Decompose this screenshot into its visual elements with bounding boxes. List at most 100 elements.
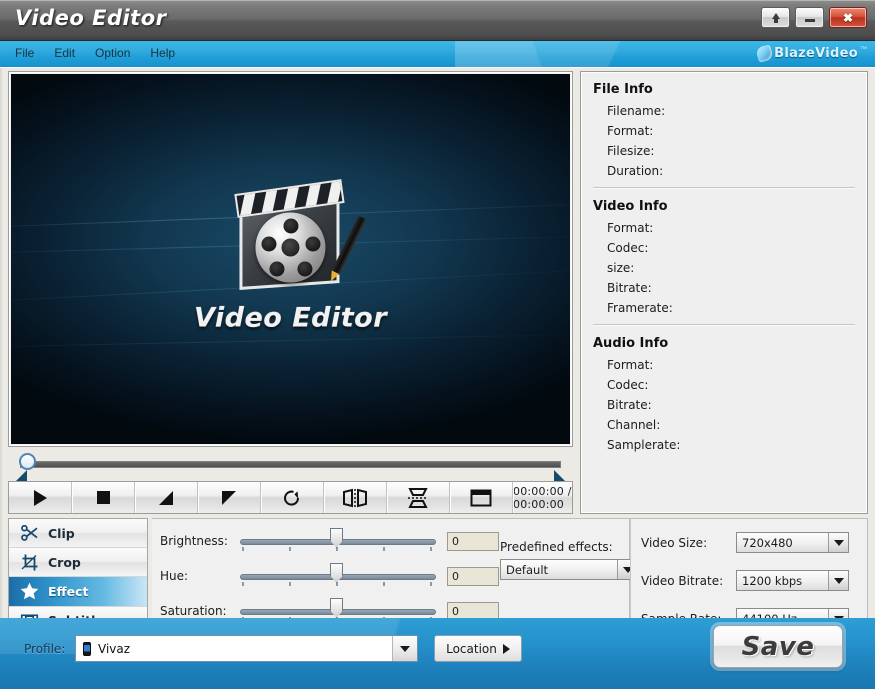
info-label-video-format: Format: [607,221,855,235]
hue-slider[interactable] [240,567,436,585]
sidebar-item-crop[interactable]: Crop [9,548,147,577]
previous-icon [159,491,173,505]
audio-info-heading: Audio Info [593,336,855,351]
play-icon [34,490,47,506]
rotate-icon [282,488,302,508]
menu-bar: File Edit Option Help BlazeVideo ™ [0,41,875,67]
transport-bar: 00:00:00 / 00:00:00 [8,481,573,514]
window-title: Video Editor [15,6,167,30]
up-arrow-icon [772,13,780,19]
saturation-thumb[interactable] [330,598,343,618]
saturation-label: Saturation: [160,604,238,618]
info-label-audio-bitrate: Bitrate: [607,398,855,412]
brightness-row: Brightness: 0 [160,528,499,554]
minimize-icon [805,19,815,22]
previous-frame-button[interactable] [135,482,198,513]
close-button[interactable]: ✖ [829,7,867,28]
file-info-heading: File Info [593,82,855,97]
predefined-effects-select[interactable]: Default [500,559,638,580]
restore-up-button[interactable] [761,7,790,28]
chevron-down-icon[interactable] [828,533,848,552]
profile-value: Vivaz [98,642,130,656]
info-label-audio-codec: Codec: [607,378,855,392]
play-button[interactable] [9,482,72,513]
video-size-label: Video Size: [641,536,736,550]
menu-item-file[interactable]: File [12,45,37,61]
save-button[interactable]: Save [713,625,843,668]
sidebar-item-label: Clip [48,526,75,541]
video-bitrate-select[interactable]: 1200 kbps [736,570,849,591]
info-label-channel: Channel: [607,418,855,432]
menu-item-option[interactable]: Option [92,45,133,61]
video-preview-panel: Video Editor [8,71,573,447]
title-bar: Video Editor ✖ [0,0,875,41]
video-editor-logo: Video Editor [194,185,387,334]
hue-label: Hue: [160,569,238,583]
next-icon [222,491,236,505]
video-info-heading: Video Info [593,199,855,214]
location-label: Location [446,642,497,656]
sidebar-item-clip[interactable]: Clip [9,519,147,548]
predefined-effects-value: Default [501,560,617,579]
rotate-button[interactable] [261,482,324,513]
profile-select[interactable]: Vivaz [75,635,418,662]
hue-row: Hue: 0 [160,563,499,589]
sidebar-item-label: Effect [48,584,89,599]
video-size-select[interactable]: 720x480 [736,532,849,553]
next-frame-button[interactable] [198,482,261,513]
profile-value-wrap: Vivaz [76,636,392,661]
predefined-effects-label: Predefined effects: [500,540,613,554]
info-label-duration: Duration: [607,164,855,178]
video-bitrate-label: Video Bitrate: [641,574,736,588]
info-label-file-format: Format: [607,124,855,138]
info-label-filesize: Filesize: [607,144,855,158]
video-editor-window: Video Editor ✖ File Edit Option Help Bla… [0,0,875,689]
save-label: Save [742,632,815,662]
stop-button[interactable] [72,482,135,513]
info-label-filename: Filename: [607,104,855,118]
backdrop-streak [11,333,570,348]
main-body: Video Editor [0,67,875,618]
snapshot-icon [470,489,492,507]
brightness-thumb[interactable] [330,528,343,548]
media-info-panel: File Info Filename: Format: Filesize: Du… [580,71,868,514]
device-icon [83,642,91,656]
info-label-framerate: Framerate: [607,301,855,315]
film-reel-icon [256,213,326,283]
trademark-symbol: ™ [860,46,867,53]
flame-icon [755,44,773,62]
chevron-down-icon[interactable] [828,571,848,590]
hue-thumb[interactable] [330,563,343,583]
chevron-right-icon [503,644,510,654]
brightness-label: Brightness: [160,534,238,548]
stop-icon [97,491,110,504]
seek-bar[interactable] [8,449,573,479]
flip-horizontal-button[interactable] [324,482,387,513]
clip-start-marker[interactable] [16,470,27,481]
chevron-down-icon[interactable] [392,636,417,661]
window-controls: ✖ [761,7,867,28]
hue-value[interactable]: 0 [447,567,499,586]
sidebar-item-label: Crop [48,555,81,570]
minimize-button[interactable] [795,7,824,28]
video-bitrate-row: Video Bitrate: 1200 kbps [641,570,849,591]
info-label-video-size: size: [607,261,855,275]
divider [593,324,855,325]
clapperboard-icon [232,185,350,289]
location-button[interactable]: Location [434,635,522,662]
menu-item-edit[interactable]: Edit [51,45,78,61]
snapshot-button[interactable] [450,482,513,513]
video-screen[interactable]: Video Editor [11,74,570,444]
brand-name: BlazeVideo [774,46,858,61]
seek-track[interactable] [20,461,561,468]
close-icon: ✖ [843,12,853,24]
seek-handle[interactable] [19,453,36,470]
clip-end-marker[interactable] [554,470,565,481]
menu-item-help[interactable]: Help [147,45,178,61]
scissors-icon [20,524,39,543]
brightness-slider[interactable] [240,532,436,550]
flip-vertical-button[interactable] [387,482,450,513]
sidebar-item-effect[interactable]: Effect [9,577,147,606]
time-display: 00:00:00 / 00:00:00 [513,482,572,513]
brightness-value[interactable]: 0 [447,532,499,551]
